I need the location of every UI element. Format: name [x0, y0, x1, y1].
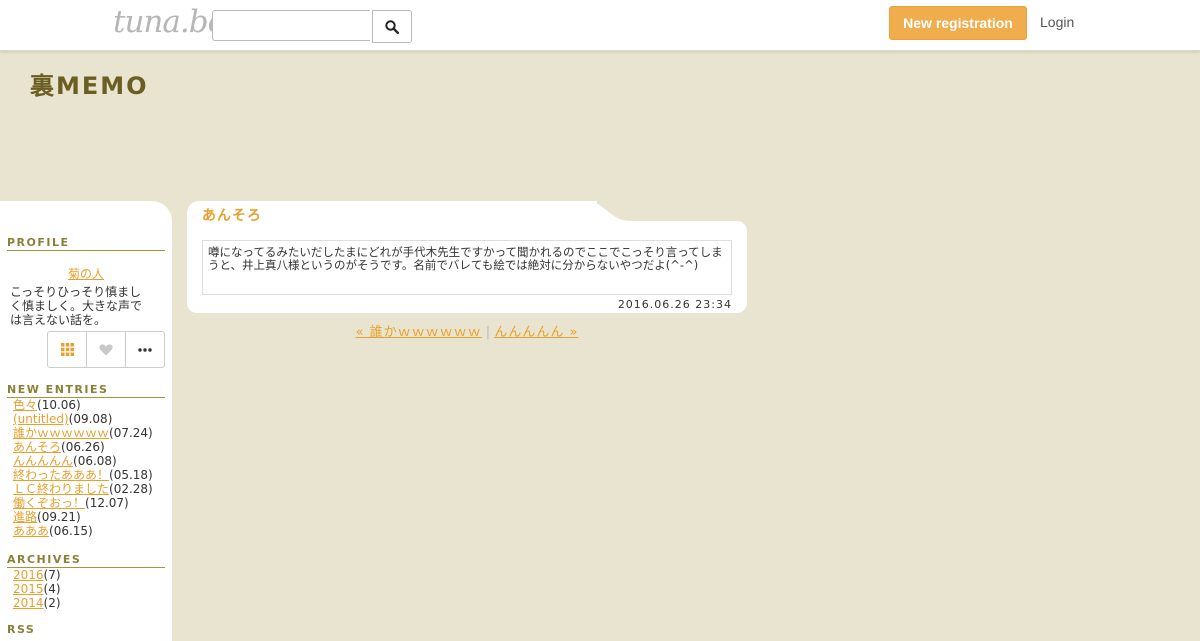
- article-title[interactable]: あんそろ: [202, 205, 262, 225]
- site-logo[interactable]: tuna.be: [113, 4, 226, 40]
- entry-link[interactable]: んんんんん: [13, 454, 73, 468]
- entry-link[interactable]: あんそろ: [13, 440, 61, 454]
- profile-action-buttons: [47, 331, 165, 368]
- profile-heading: PROFILE: [7, 236, 165, 251]
- article-body-text: 噂になってるみたいだしたまにどれが手代木先生ですかって聞かれるのでここでこっそり…: [202, 240, 732, 295]
- article-tab-curve: [580, 201, 640, 223]
- entry-link[interactable]: (untitled): [13, 412, 69, 426]
- new-registration-button[interactable]: New registration: [889, 6, 1027, 40]
- archive-link[interactable]: 2014: [13, 596, 44, 610]
- list-item: ＬＣ終わりました(02.28): [13, 482, 153, 496]
- entry-link[interactable]: 働くぞおっ！: [13, 496, 85, 510]
- article-date: 2016.06.26 23:34: [617, 298, 732, 311]
- grid-icon: [60, 343, 74, 356]
- entry-link[interactable]: 進路: [13, 510, 37, 524]
- archive-count: (7): [43, 568, 61, 582]
- list-item: あんそろ(06.26): [13, 440, 153, 454]
- entry-date: (02.28): [109, 482, 153, 496]
- entry-date: (09.21): [37, 510, 81, 524]
- entry-date: (12.07): [85, 496, 129, 510]
- next-entry-link[interactable]: んんんんん »: [494, 325, 578, 340]
- entry-link[interactable]: 色々: [13, 398, 37, 412]
- grid-button[interactable]: [48, 332, 87, 367]
- blog-title[interactable]: 裏MEMO: [30, 66, 149, 101]
- list-item: 進路(09.21): [13, 510, 153, 524]
- search-input[interactable]: [212, 10, 370, 41]
- archives-heading: ARCHIVES: [7, 553, 165, 568]
- archives-list: 2016(7) 2015(4) 2014(2): [13, 568, 61, 610]
- archive-count: (4): [43, 582, 61, 596]
- login-link[interactable]: Login: [1040, 14, 1074, 30]
- list-item: (untitled)(09.08): [13, 412, 153, 426]
- list-item: んんんんん(06.08): [13, 454, 153, 468]
- list-item: 2014(2): [13, 596, 61, 610]
- archive-link[interactable]: 2015: [13, 582, 44, 596]
- prev-entry-link[interactable]: « 誰かｗｗｗｗｗｗ: [356, 325, 482, 340]
- entry-date: (05.18): [109, 468, 153, 482]
- new-entries-list: 色々(10.06) (untitled)(09.08) 誰かｗｗｗｗｗｗ(07.…: [13, 398, 153, 538]
- list-item: 色々(10.06): [13, 398, 153, 412]
- entry-date: (06.26): [61, 440, 105, 454]
- entry-link[interactable]: ＬＣ終わりました: [13, 482, 109, 496]
- heart-icon: [99, 343, 113, 355]
- list-item: あああ(06.15): [13, 524, 153, 538]
- archive-count: (2): [43, 596, 61, 610]
- entry-link[interactable]: 終わったあああ！: [13, 468, 109, 482]
- new-entries-heading: NEW ENTRIES: [7, 383, 165, 398]
- entry-link[interactable]: あああ: [13, 524, 49, 538]
- profile-description: こっそりひっそり慎ましく慎ましく。大きな声では言えない話を。: [10, 285, 143, 327]
- list-item: 働くぞおっ！(12.07): [13, 496, 153, 510]
- archive-link[interactable]: 2016: [13, 568, 44, 582]
- entry-date: (06.08): [73, 454, 117, 468]
- entry-date: (09.08): [68, 412, 113, 426]
- search-button[interactable]: [372, 10, 412, 43]
- profile-name-link[interactable]: 菊の人: [0, 265, 172, 282]
- more-button[interactable]: [126, 332, 164, 367]
- search-icon: [385, 19, 399, 34]
- entry-date: (07.24): [109, 426, 153, 440]
- like-button[interactable]: [87, 332, 126, 367]
- rss-heading: RSS: [7, 623, 36, 636]
- pager: « 誰かｗｗｗｗｗｗ | んんんんん »: [187, 321, 747, 340]
- entry-date: (10.06): [37, 398, 81, 412]
- top-bar: tuna.be New registration Login: [0, 0, 1200, 51]
- list-item: 2016(7): [13, 568, 61, 582]
- list-item: 誰かｗｗｗｗｗｗ(07.24): [13, 426, 153, 440]
- more-dots-icon: [138, 347, 152, 352]
- pager-separator: |: [485, 325, 491, 340]
- entry-link[interactable]: 誰かｗｗｗｗｗｗ: [13, 426, 109, 440]
- list-item: 2015(4): [13, 582, 61, 596]
- entry-date: (06.15): [49, 524, 93, 538]
- sidebar: PROFILE 菊の人 こっそりひっそり慎ましく慎ましく。大きな声では言えない話…: [0, 201, 172, 641]
- list-item: 終わったあああ！(05.18): [13, 468, 153, 482]
